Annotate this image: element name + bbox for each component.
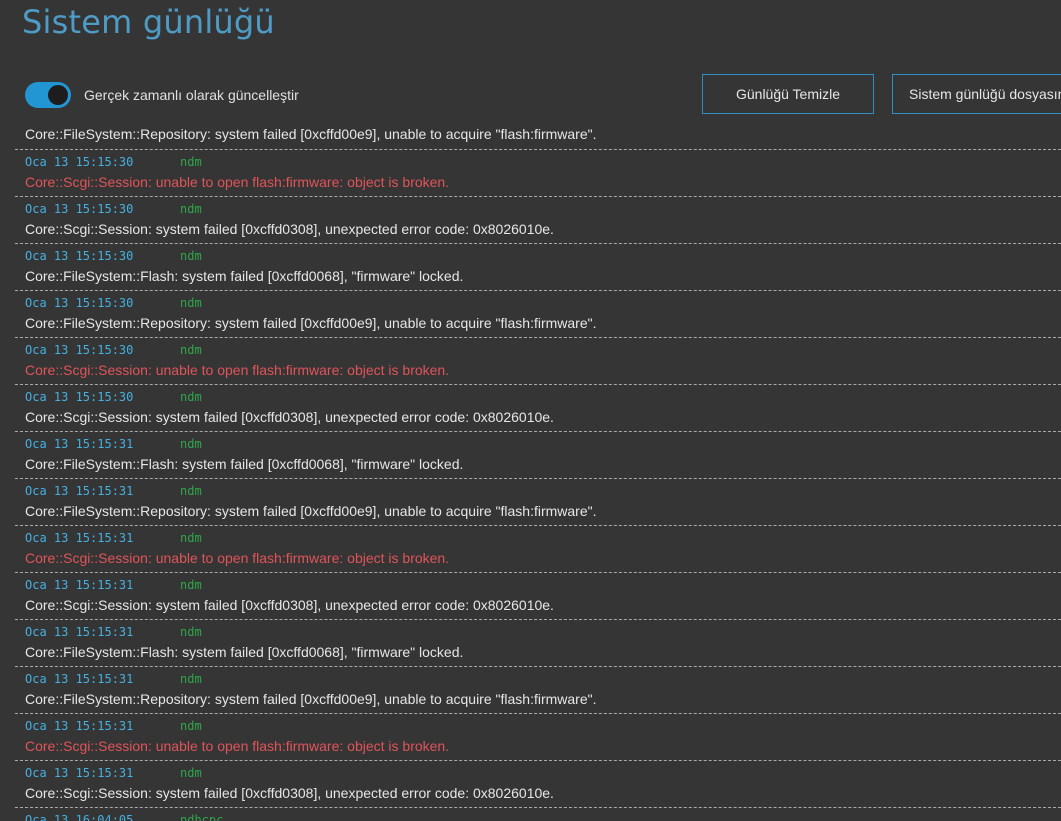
log-entry: Oca 13 15:15:31 ndmCore::FileSystem::Flas…	[15, 620, 1061, 667]
log-source: ndm	[180, 296, 202, 310]
log-timestamp: Oca 13 15:15:30	[25, 155, 134, 169]
log-source: ndm	[180, 437, 202, 451]
log-source: ndm	[180, 719, 202, 733]
log-message: Core::FileSystem::Flash: system failed […	[25, 644, 464, 660]
log-timestamp: Oca 13 15:15:31	[25, 437, 134, 451]
download-log-button[interactable]: Sistem günlüğü dosyasını	[892, 74, 1061, 114]
log-source: ndm	[180, 625, 202, 639]
realtime-update-label: Gerçek zamanlı olarak güncelleştir	[84, 87, 299, 103]
log-meta: Oca 13 15:15:30 ndm	[25, 390, 202, 406]
log-meta: Oca 13 15:15:31 ndm	[25, 578, 202, 594]
log-meta: Oca 13 15:15:30 ndm	[25, 343, 202, 359]
log-timestamp: Oca 13 15:15:31	[25, 578, 134, 592]
log-source: ndm	[180, 202, 202, 216]
log-message: Core::FileSystem::Flash: system failed […	[25, 268, 464, 284]
log-message: Core::Scgi::Session: unable to open flas…	[25, 550, 450, 566]
log-entries: Oca 13 15:15:30 ndm Core::Scgi::Session: u…	[15, 150, 1061, 821]
log-meta: Oca 13 16:04:05 ndhcpc	[25, 813, 223, 821]
log-entry: Oca 13 15:15:31 ndmCore::FileSystem::Flas…	[15, 432, 1061, 479]
log-message: Core::FileSystem::Repository: system fai…	[25, 691, 597, 707]
log-source: ndm	[180, 531, 202, 545]
log-timestamp: Oca 13 15:15:31	[25, 719, 134, 733]
log-entry: Oca 13 15:15:31 ndmCore::Scgi::Session: u…	[15, 526, 1061, 573]
log-source: ndm	[180, 343, 202, 357]
log-entry: Oca 13 15:15:31 ndmCore::Scgi::Session: s…	[15, 761, 1061, 808]
log-timestamp: Oca 13 15:15:30	[25, 296, 134, 310]
log-entry: Oca 13 15:15:31 ndmCore::Scgi::Session: u…	[15, 714, 1061, 761]
log-meta: Oca 13 15:15:30 ndm	[25, 296, 202, 312]
log-list[interactable]: Core::FileSystem::Repository: system fai…	[15, 123, 1061, 821]
log-entry: Oca 13 15:15:31 ndmCore::FileSystem::Repo…	[15, 667, 1061, 714]
log-timestamp: Oca 13 15:15:31	[25, 766, 134, 780]
clear-log-button[interactable]: Günlüğü Temizle	[702, 74, 874, 114]
log-meta: Oca 13 15:15:31 ndm	[25, 531, 202, 547]
log-message: Core::FileSystem::Repository: system fai…	[25, 503, 597, 519]
log-entry: Oca 13 15:15:31 ndmCore::FileSystem::Repo…	[15, 479, 1061, 526]
page-title: Sistem günlüğü	[22, 3, 275, 41]
log-entry: Oca 13 15:15:30 ndmCore::Scgi::Session: s…	[15, 385, 1061, 432]
log-timestamp: Oca 13 15:15:30	[25, 390, 134, 404]
log-message: Core::FileSystem::Repository: system fai…	[25, 315, 597, 331]
log-meta: Oca 13 15:15:31 ndm	[25, 484, 202, 500]
log-source: ndm	[180, 672, 202, 686]
realtime-update-toggle[interactable]	[25, 82, 71, 108]
log-entry: Oca 13 15:15:30 ndmCore::Scgi::Session: u…	[15, 150, 1061, 197]
log-source: ndm	[180, 249, 202, 263]
log-timestamp: Oca 13 15:15:30	[25, 343, 134, 357]
log-timestamp: Oca 13 15:15:31	[25, 484, 134, 498]
toggle-knob	[48, 85, 68, 105]
log-message: Core::Scgi::Session: system failed [0xcf…	[25, 597, 554, 613]
log-entry: Oca 13 15:15:30 ndmCore::FileSystem::Flas…	[15, 244, 1061, 291]
log-entry: Oca 13 15:15:30 ndmCore::Scgi::Session: u…	[15, 338, 1061, 385]
log-message: Core::Scgi::Session: system failed [0xcf…	[25, 221, 554, 237]
log-entry: Oca 13 15:15:30 ndmCore::FileSystem::Repo…	[15, 291, 1061, 338]
log-meta: Oca 13 15:15:31 ndm	[25, 672, 202, 688]
log-meta: Oca 13 15:15:30 ndm	[25, 249, 202, 265]
log-source: ndm	[180, 155, 202, 169]
log-meta: Oca 13 15:15:30 ndm	[25, 155, 202, 171]
log-entry: Oca 13 16:04:05 ndhcpc	[15, 808, 1061, 821]
log-timestamp: Oca 13 16:04:05	[25, 813, 134, 821]
log-source: ndm	[180, 766, 202, 780]
log-meta: Oca 13 15:15:31 ndm	[25, 437, 202, 453]
log-message: Core::FileSystem::Repository: system fai…	[25, 126, 597, 142]
log-message: Core::Scgi::Session: system failed [0xcf…	[25, 785, 554, 801]
log-meta: Oca 13 15:15:31 ndm	[25, 766, 202, 782]
log-timestamp: Oca 13 15:15:30	[25, 202, 134, 216]
log-timestamp: Oca 13 15:15:31	[25, 625, 134, 639]
log-timestamp: Oca 13 15:15:31	[25, 531, 134, 545]
log-source: ndhcpc	[180, 813, 224, 821]
log-message: Core::Scgi::Session: system failed [0xcf…	[25, 409, 554, 425]
log-meta: Oca 13 15:15:31 ndm	[25, 719, 202, 735]
log-message: Core::Scgi::Session: unable to open flas…	[25, 738, 450, 754]
log-meta: Oca 13 15:15:30 ndm	[25, 202, 202, 218]
log-source: ndm	[180, 390, 202, 404]
log-source: ndm	[180, 484, 202, 498]
log-message: Core::Scgi::Session: unable to open flas…	[25, 174, 450, 190]
log-message: Core::Scgi::Session: unable to open flas…	[25, 362, 450, 378]
log-message: Core::FileSystem::Flash: system failed […	[25, 456, 464, 472]
log-entry: Oca 13 15:15:30 ndmCore::Scgi::Session: s…	[15, 197, 1061, 244]
log-source: ndm	[180, 578, 202, 592]
log-timestamp: Oca 13 15:15:31	[25, 672, 134, 686]
log-timestamp: Oca 13 15:15:30	[25, 249, 134, 263]
log-meta: Oca 13 15:15:31 ndm	[25, 625, 202, 641]
log-entry: Oca 13 15:15:31 ndmCore::Scgi::Session: s…	[15, 573, 1061, 620]
log-entry: Core::FileSystem::Repository: system fai…	[15, 123, 1061, 150]
